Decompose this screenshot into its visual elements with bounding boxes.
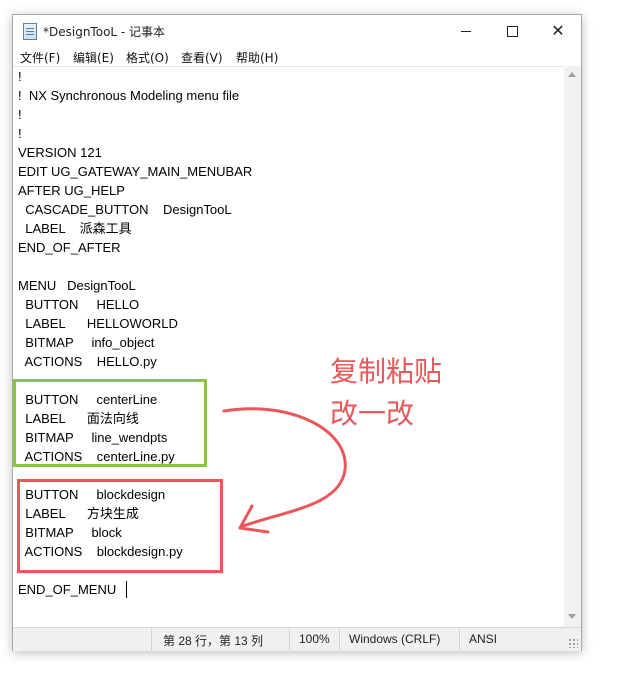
status-divider	[459, 629, 460, 650]
highlight-box-red	[17, 479, 223, 573]
notepad-icon	[23, 23, 37, 40]
editor-line: BITMAP info_object	[18, 335, 155, 350]
maximize-button[interactable]	[489, 15, 535, 47]
title-bar[interactable]: *DesignTooL - 记事本 ✕	[13, 15, 581, 47]
menu-bar: 文件(F) 编辑(E) 格式(O) 查看(V) 帮助(H)	[13, 47, 581, 66]
editor-line: BUTTON HELLO	[18, 297, 140, 312]
editor-line: LABEL 派森工具	[18, 221, 132, 236]
menu-view[interactable]: 查看(V)	[181, 49, 223, 66]
text-cursor	[126, 581, 127, 598]
menu-file[interactable]: 文件(F)	[20, 49, 60, 66]
editor-line: ! NX Synchronous Modeling menu file	[18, 88, 240, 103]
editor-line: VERSION 121	[18, 145, 102, 160]
minimize-button[interactable]	[443, 15, 489, 47]
cursor-position: 第 28 行，第 13 列	[163, 634, 264, 648]
editor-line: !	[18, 69, 22, 84]
status-divider	[289, 629, 290, 650]
zoom-level: 100%	[299, 632, 330, 646]
vertical-scrollbar[interactable]	[564, 66, 581, 627]
editor-line: !	[18, 107, 22, 122]
close-icon: ✕	[551, 21, 565, 40]
menu-help[interactable]: 帮助(H)	[236, 49, 278, 66]
editor-line: MENU DesignTooL	[18, 278, 136, 293]
editor-line: END_OF_MENU	[18, 582, 117, 597]
editor-line: LABEL HELLOWORLD	[18, 316, 178, 331]
encoding: ANSI	[469, 632, 498, 646]
menu-format[interactable]: 格式(O)	[126, 49, 169, 66]
window-title: *DesignTooL - 记事本	[43, 25, 166, 39]
annotation-text-line2: 改一改	[330, 397, 415, 430]
maximize-icon	[506, 25, 518, 37]
scroll-up-icon[interactable]	[568, 72, 576, 77]
minimize-icon	[461, 30, 471, 32]
editor-line: AFTER UG_HELP	[18, 183, 125, 198]
editor-line: EDIT UG_GATEWAY_MAIN_MENUBAR	[18, 164, 253, 179]
line-ending: Windows (CRLF)	[349, 632, 441, 646]
editor-line: CASCADE_BUTTON DesignTooL	[18, 202, 232, 217]
status-divider	[339, 629, 340, 650]
status-divider	[151, 629, 152, 650]
close-button[interactable]: ✕	[535, 15, 581, 47]
editor-line: END_OF_AFTER	[18, 240, 121, 255]
editor-line: ACTIONS HELLO.py	[18, 354, 157, 369]
editor-line: !	[18, 126, 22, 141]
status-bar: 第 28 行，第 13 列 100% Windows (CRLF) ANSI	[13, 627, 581, 651]
menu-edit[interactable]: 编辑(E)	[73, 49, 114, 66]
highlight-box-green	[13, 379, 207, 467]
annotation-text-line1: 复制粘贴	[330, 355, 443, 388]
resize-grip-icon[interactable]	[568, 638, 578, 648]
scroll-down-icon[interactable]	[568, 614, 576, 619]
